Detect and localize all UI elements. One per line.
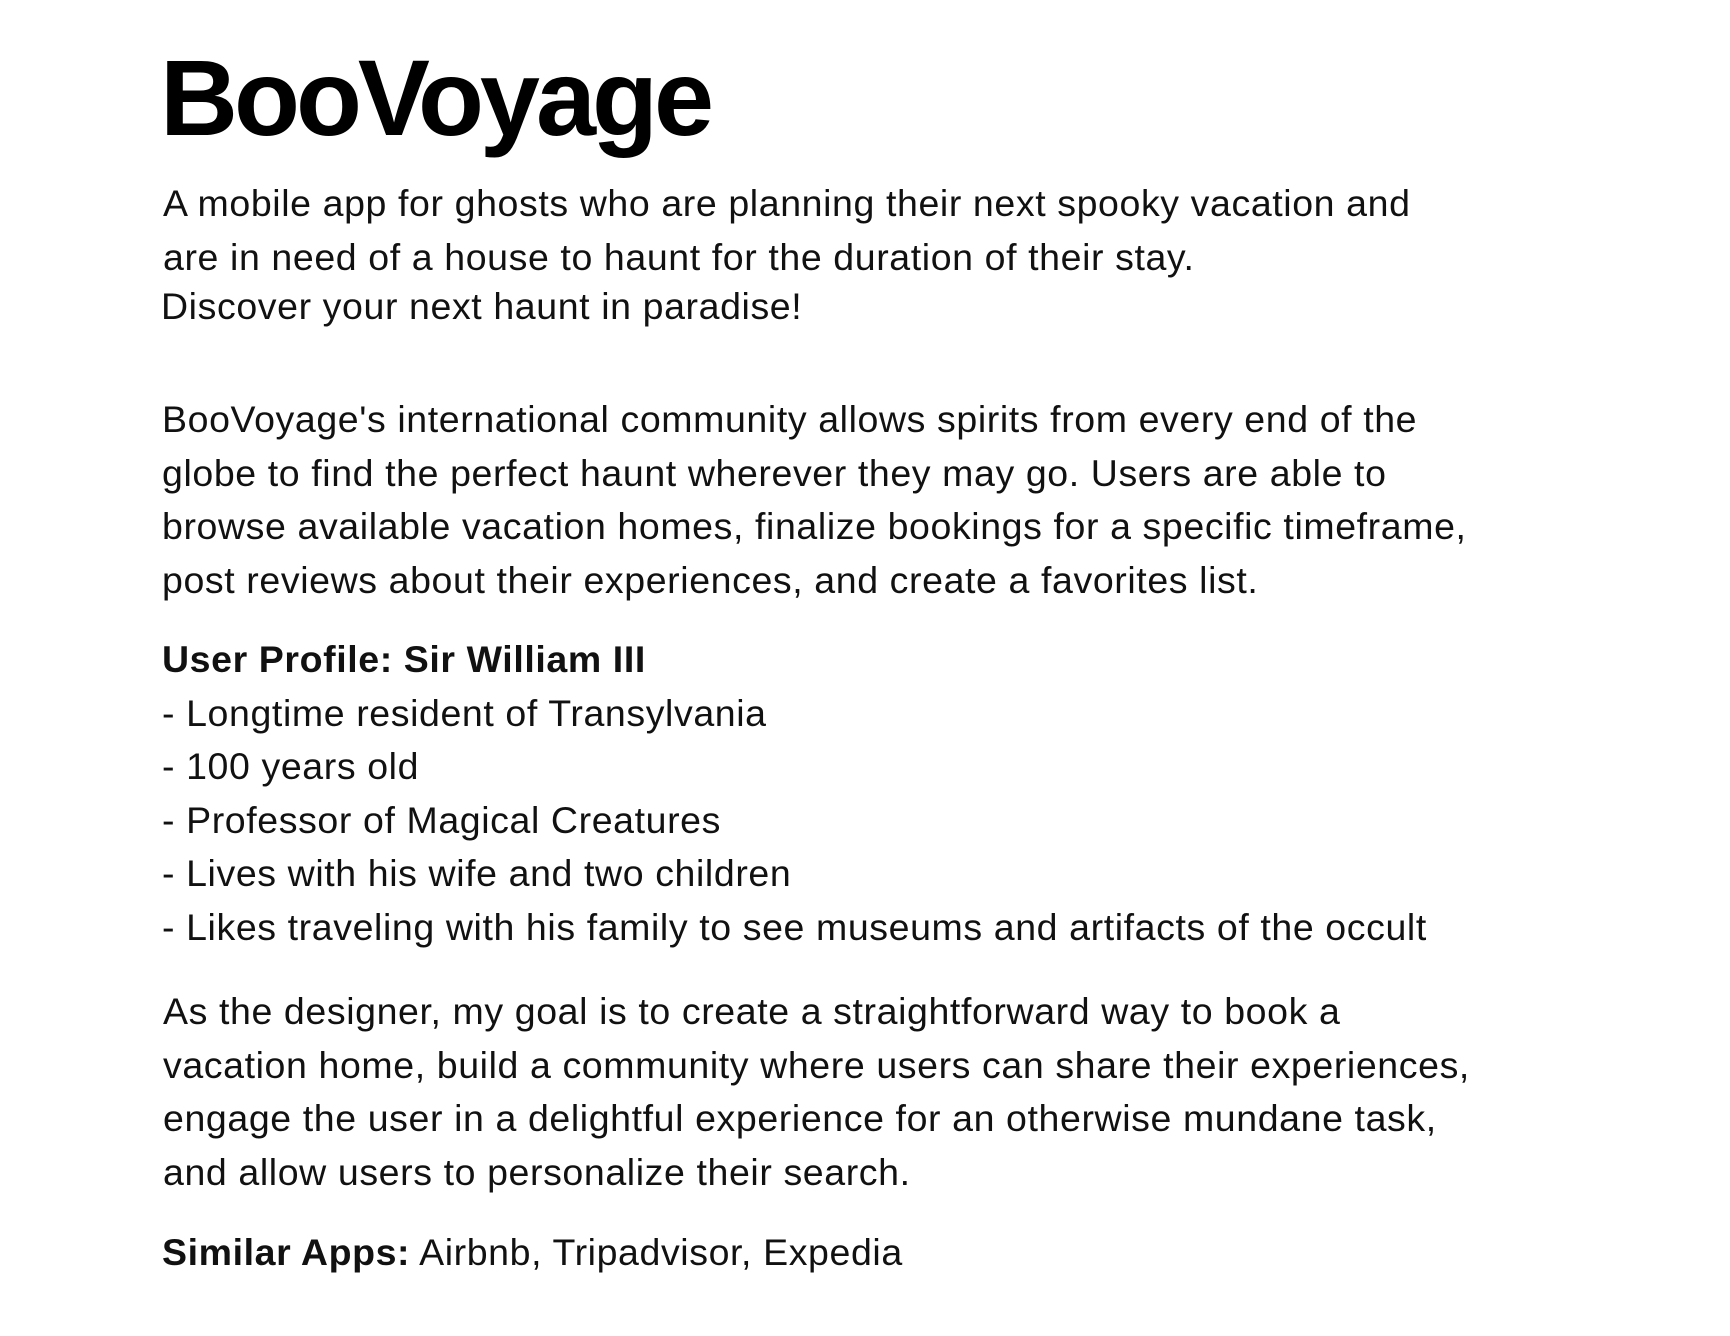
description-paragraph: BooVoyage's international community allo… [162, 393, 1582, 607]
similar-apps-line: Similar Apps: Airbnb, Tripadvisor, Exped… [162, 1226, 1582, 1280]
goal-line: vacation home, build a community where u… [163, 1043, 1470, 1086]
goal-line: and allow users to personalize their sea… [163, 1150, 911, 1193]
user-profile-item: - 100 years old [162, 745, 420, 787]
tagline: Discover your next haunt in paradise! [161, 285, 803, 327]
intro-line: A mobile app for ghosts who are planning… [163, 182, 1411, 224]
user-profile-item: - Longtime resident of Transylvania [162, 691, 767, 734]
intro-paragraph: A mobile app for ghosts who are planning… [163, 177, 1583, 284]
goal-line: engage the user in a delightful experien… [163, 1097, 1437, 1139]
description-line: globe to find the perfect haunt wherever… [162, 451, 1387, 494]
intro-line: are in need of a house to haunt for the … [163, 235, 1195, 278]
goal-paragraph: As the designer, my goal is to create a … [163, 985, 1583, 1199]
similar-apps-label: Similar Apps: [162, 1231, 411, 1273]
tagline-paragraph: Discover your next haunt in paradise! [161, 280, 1581, 334]
user-profile-item: - Likes traveling with his family to see… [162, 905, 1427, 948]
goal-line: As the designer, my goal is to create a … [163, 990, 1341, 1032]
similar-apps-value: Airbnb, Tripadvisor, Expedia [410, 1231, 903, 1273]
description-line: BooVoyage's international community allo… [162, 398, 1418, 440]
description-line: post reviews about their experiences, an… [162, 558, 1259, 601]
user-profile-heading: User Profile: Sir William III [162, 638, 646, 680]
description-line: browse available vacation homes, finaliz… [162, 505, 1467, 547]
user-profile-section: User Profile: Sir William III - Longtime… [162, 633, 1582, 954]
page-title: BooVoyage [160, 37, 714, 158]
user-profile-item: - Professor of Magical Creatures [162, 798, 721, 841]
user-profile-item: - Lives with his wife and two children [162, 852, 792, 894]
